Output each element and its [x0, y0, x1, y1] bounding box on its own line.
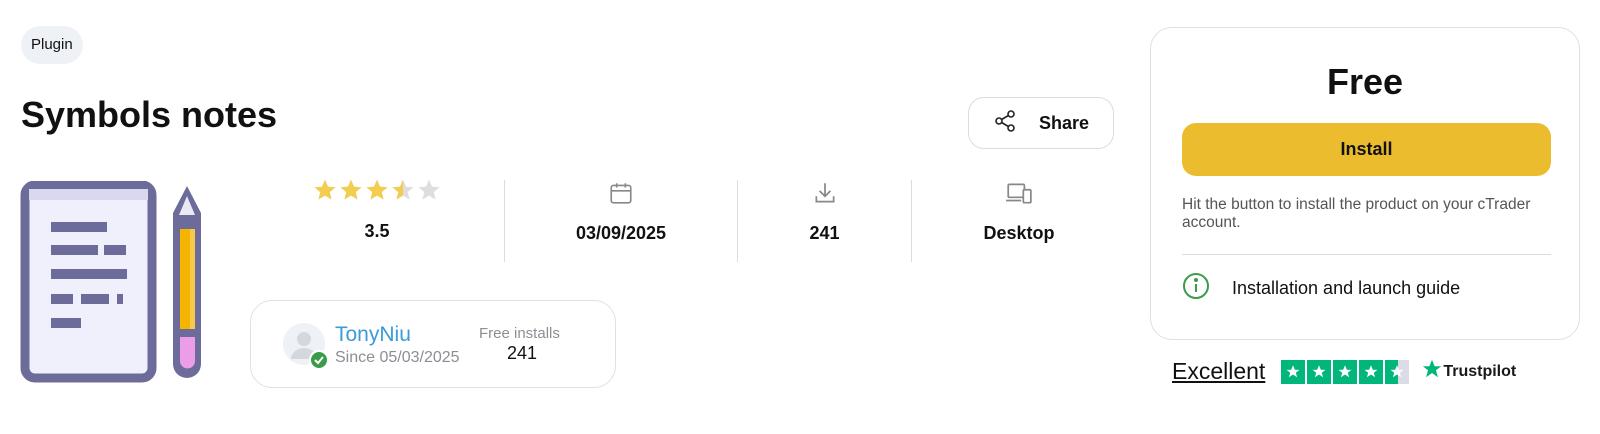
free-installs-label: Free installs: [479, 325, 560, 342]
trustpilot-star-square: [1385, 359, 1410, 384]
install-hint: Hit the button to install the product on…: [1182, 196, 1531, 231]
date-value: 03/09/2025: [575, 223, 667, 243]
author-since: Since 05/03/2025: [335, 349, 460, 366]
platform-stat: Desktop: [912, 180, 1126, 262]
product-icon: [20, 180, 230, 396]
author-name-link[interactable]: TonyNiu: [335, 323, 411, 347]
star-icon: [339, 178, 363, 207]
rating-stat: 3.5: [250, 178, 504, 262]
rating-stars: [313, 178, 441, 207]
free-installs-value: 241: [507, 343, 538, 363]
downloads-stat: 241: [738, 180, 911, 262]
platform-value: Desktop: [983, 223, 1055, 243]
devices-icon: [1005, 180, 1033, 211]
info-icon: [1182, 272, 1210, 305]
star-icon: [365, 178, 389, 207]
share-button[interactable]: Share: [968, 97, 1114, 149]
divider: [1182, 254, 1551, 255]
trustpilot-star-square: [1333, 359, 1358, 384]
rating-value: 3.5: [364, 221, 390, 241]
trustpilot-star-square: [1281, 359, 1306, 384]
trustpilot-star-square: [1359, 359, 1384, 384]
trustpilot-star-icon: [1421, 358, 1443, 385]
star-icon: [391, 178, 415, 207]
trustpilot-stars: [1281, 359, 1410, 384]
installation-guide-link[interactable]: Installation and launch guide: [1182, 272, 1460, 305]
install-button[interactable]: Install: [1182, 123, 1551, 176]
price: Free: [1326, 61, 1404, 102]
trustpilot-brand-label: Trustpilot: [1443, 362, 1517, 380]
calendar-icon: [608, 180, 634, 211]
product-stats: 3.5 03/09/2025 241 Desktop: [250, 178, 1126, 262]
trustpilot-star-square: [1307, 359, 1332, 384]
author-card: TonyNiu Since 05/03/2025 Free installs 2…: [250, 300, 616, 388]
verified-badge-icon: [309, 350, 329, 370]
purchase-card: Free Install Hit the button to install t…: [1150, 27, 1580, 340]
trustpilot-logo: Trustpilot: [1421, 358, 1516, 385]
trustpilot-rating-text: Excellent: [1172, 358, 1266, 384]
date-stat: 03/09/2025: [505, 180, 737, 262]
share-icon: [993, 109, 1017, 138]
downloads-value: 241: [809, 223, 840, 243]
download-icon: [812, 180, 838, 211]
star-icon: [417, 178, 441, 207]
page-title: Symbols notes: [21, 94, 278, 135]
guide-label: Installation and launch guide: [1232, 278, 1461, 298]
trustpilot-widget[interactable]: Excellent Trustpilot: [1172, 358, 1516, 385]
star-icon: [313, 178, 337, 207]
category-tag: Plugin: [21, 26, 83, 64]
share-label: Share: [1038, 112, 1090, 133]
